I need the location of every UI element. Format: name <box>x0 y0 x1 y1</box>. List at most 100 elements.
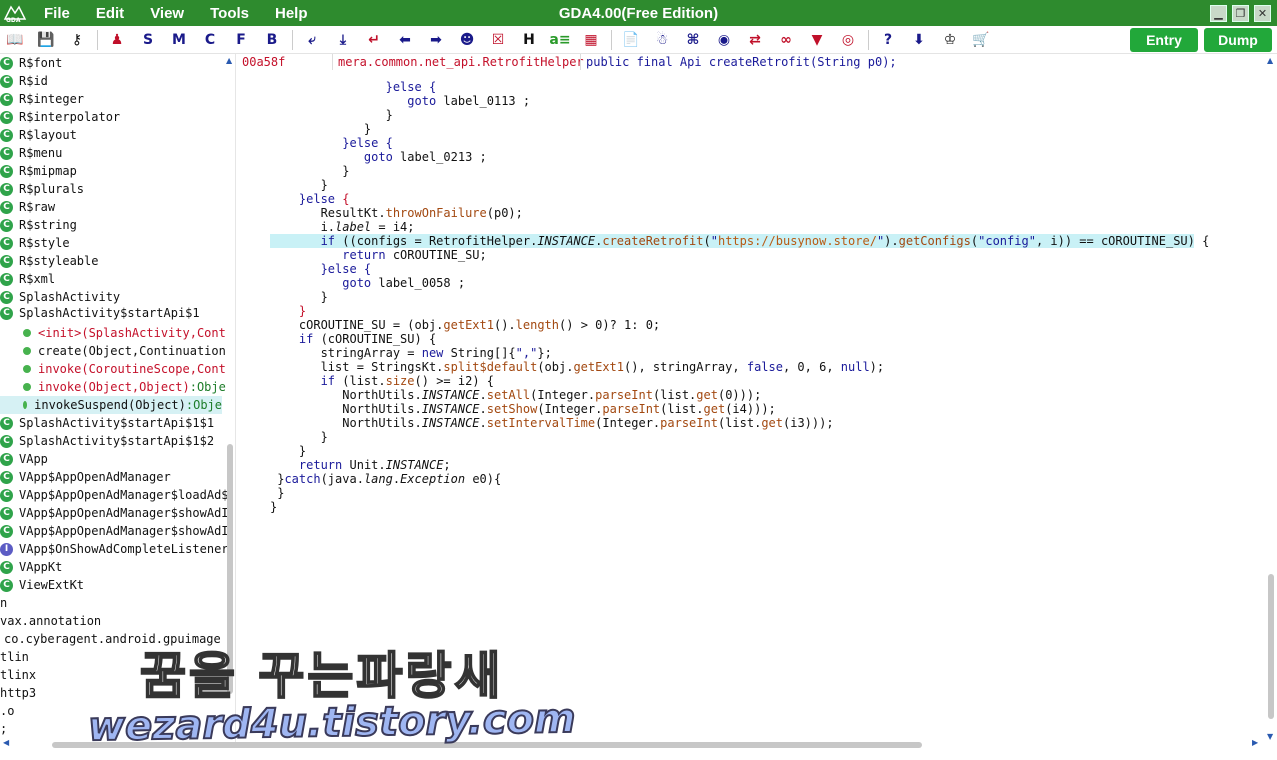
code-line: } <box>270 122 372 136</box>
arrow-left-icon[interactable]: ⬅ <box>394 29 416 51</box>
entry-button[interactable]: Entry <box>1130 28 1198 52</box>
swap-icon[interactable]: ⇄ <box>744 29 766 51</box>
tree-item[interactable]: C R$plurals <box>0 180 84 198</box>
tree-item[interactable]: C R$font <box>0 54 62 72</box>
scroll-up-icon[interactable]: ▲ <box>1267 56 1273 65</box>
menu-file[interactable]: File <box>30 5 83 22</box>
code-scroll-thumb[interactable] <box>1268 574 1274 719</box>
package-item[interactable]: tlinx <box>0 666 36 684</box>
cart-icon[interactable]: 🛒 <box>970 29 992 51</box>
tree-scrollbar[interactable]: ▲ <box>225 54 235 744</box>
bookmarks-button[interactable]: B <box>261 29 283 51</box>
menu-tools[interactable]: Tools <box>197 5 262 22</box>
chain-icon[interactable]: ∞ <box>775 29 797 51</box>
down-jump-icon[interactable]: ⤓ <box>332 29 354 51</box>
restore-button[interactable]: ❐ <box>1232 5 1249 22</box>
methods-button[interactable]: M <box>168 29 190 51</box>
download-red-icon[interactable]: ▼ <box>806 29 828 51</box>
package-item[interactable]: .o <box>0 702 14 720</box>
menu-help[interactable]: Help <box>262 5 321 22</box>
code-view[interactable]: 00a58f mera.common.net_api.RetrofitHelpe… <box>238 54 1264 744</box>
strings-button[interactable]: S <box>137 29 159 51</box>
save-icon[interactable]: 💾 <box>35 29 57 51</box>
code-line: } <box>270 486 285 500</box>
android-bug-icon[interactable]: ☻ <box>456 29 478 51</box>
code-line: goto label_0113 ; <box>407 94 531 108</box>
horizontal-scroll-thumb[interactable] <box>52 742 922 748</box>
package-item[interactable]: tlin <box>0 648 29 666</box>
help-button[interactable]: ? <box>877 29 899 51</box>
fields-button[interactable]: F <box>230 29 252 51</box>
tree-item[interactable]: C R$layout <box>0 126 77 144</box>
classes-button[interactable]: C <box>199 29 221 51</box>
tree-item[interactable]: C R$interpolator <box>0 108 120 126</box>
tree-item[interactable]: C R$mipmap <box>0 162 77 180</box>
package-item[interactable]: co.cyberagent.android.gpuimage <box>4 630 221 648</box>
tree-item[interactable]: C VAppKt <box>0 558 62 576</box>
link-icon[interactable]: ◉ <box>713 29 735 51</box>
person-icon[interactable]: ♟ <box>106 29 128 51</box>
arrow-right-icon[interactable]: ➡ <box>425 29 447 51</box>
tree-item[interactable]: C R$raw <box>0 198 55 216</box>
scroll-left-icon[interactable]: ◀ <box>3 738 9 747</box>
command-icon[interactable]: ⌘ <box>682 29 704 51</box>
tree-item[interactable]: C R$integer <box>0 90 84 108</box>
download-icon[interactable]: ⬇ <box>908 29 930 51</box>
menu-view[interactable]: View <box>137 5 197 22</box>
package-item[interactable]: ; <box>0 720 7 738</box>
search-doc-icon[interactable]: ☒ <box>487 29 509 51</box>
scroll-up-icon[interactable]: ▲ <box>226 56 232 65</box>
method-item[interactable]: <init>(SplashActivity,Cont <box>0 324 226 342</box>
code-line: goto label_0213 ; <box>363 150 487 164</box>
tree-item[interactable]: C VApp$AppOpenAdManager <box>0 468 171 486</box>
android-icon[interactable]: ☃ <box>651 29 673 51</box>
tree-item[interactable]: C VApp$AppOpenAdManager$showAdI <box>0 504 229 522</box>
class-icon: C <box>0 560 13 574</box>
tree-item[interactable]: C VApp$AppOpenAdManager$showAdI <box>0 522 229 540</box>
scroll-down-icon[interactable]: ▼ <box>1267 732 1273 741</box>
tree-item[interactable]: C R$styleable <box>0 252 98 270</box>
back-jump-icon[interactable]: ⤶ <box>301 29 323 51</box>
scroll-right-icon[interactable]: ▶ <box>1252 738 1258 747</box>
method-item[interactable]: invoke(CoroutineScope,Cont <box>0 360 226 378</box>
tree-scroll-thumb[interactable] <box>227 444 233 694</box>
tree-item[interactable]: C SplashActivity$startApi$1$2 <box>0 432 214 450</box>
package-item[interactable]: http3 <box>0 684 36 702</box>
target-icon[interactable]: ◎ <box>837 29 859 51</box>
toolbar: 📖 💾 ⚷ ♟ S M C F B ⤶ ⤓ ↵ ⬅ ➡ ☻ ☒ H a≡ ▦ 📄… <box>0 26 1277 54</box>
tree-item[interactable]: C VApp$AppOpenAdManager$loadAd$ <box>0 486 229 504</box>
tree-item[interactable]: C R$style <box>0 234 70 252</box>
code-line: NorthUtils.INSTANCE.setIntervalTime(Inte… <box>270 416 834 430</box>
tree-item[interactable]: C VApp <box>0 450 48 468</box>
method-item[interactable]: invoke(Object,Object):Obje <box>0 378 226 396</box>
method-item[interactable]: create(Object,Continuation <box>0 342 226 360</box>
header-button[interactable]: H <box>518 29 540 51</box>
method-item-selected[interactable]: invokeSuspend(Object):Obje <box>0 396 222 414</box>
code-line: ResultKt.throwOnFailure(p0); <box>270 206 523 220</box>
code-line: } <box>270 164 350 178</box>
code-line: if (list.size() >= i2) { <box>320 374 494 388</box>
people-icon[interactable]: ♔ <box>939 29 961 51</box>
package-item[interactable]: n <box>0 594 7 612</box>
grid-color-icon[interactable]: ▦ <box>580 29 602 51</box>
tree-item[interactable]: I VApp$OnShowAdCompleteListener <box>0 540 229 558</box>
tree-item[interactable]: C R$id <box>0 72 48 90</box>
close-button[interactable]: ✕ <box>1254 5 1271 22</box>
xml-file-icon[interactable]: 📄 <box>620 29 642 51</box>
minimize-button[interactable]: ▁ <box>1210 5 1227 22</box>
return-icon[interactable]: ↵ <box>363 29 385 51</box>
svg-text:GDA: GDA <box>6 17 21 23</box>
tree-item[interactable]: C R$xml <box>0 270 55 288</box>
tree-item-expanded[interactable]: C SplashActivity$startApi$1 <box>0 304 200 322</box>
abc-icon[interactable]: a≡ <box>549 29 571 51</box>
dump-button[interactable]: Dump <box>1204 28 1272 52</box>
tree-item[interactable]: C R$string <box>0 216 77 234</box>
code-scrollbar[interactable]: ▲ ▼ <box>1264 54 1277 744</box>
open-book-icon[interactable]: 📖 <box>4 29 26 51</box>
menu-edit[interactable]: Edit <box>83 5 137 22</box>
tree-item[interactable]: C SplashActivity$startApi$1$1 <box>0 414 214 432</box>
key-icon[interactable]: ⚷ <box>66 29 88 51</box>
tree-item[interactable]: C ViewExtKt <box>0 576 84 594</box>
package-item[interactable]: vax.annotation <box>0 612 101 630</box>
tree-item[interactable]: C R$menu <box>0 144 62 162</box>
